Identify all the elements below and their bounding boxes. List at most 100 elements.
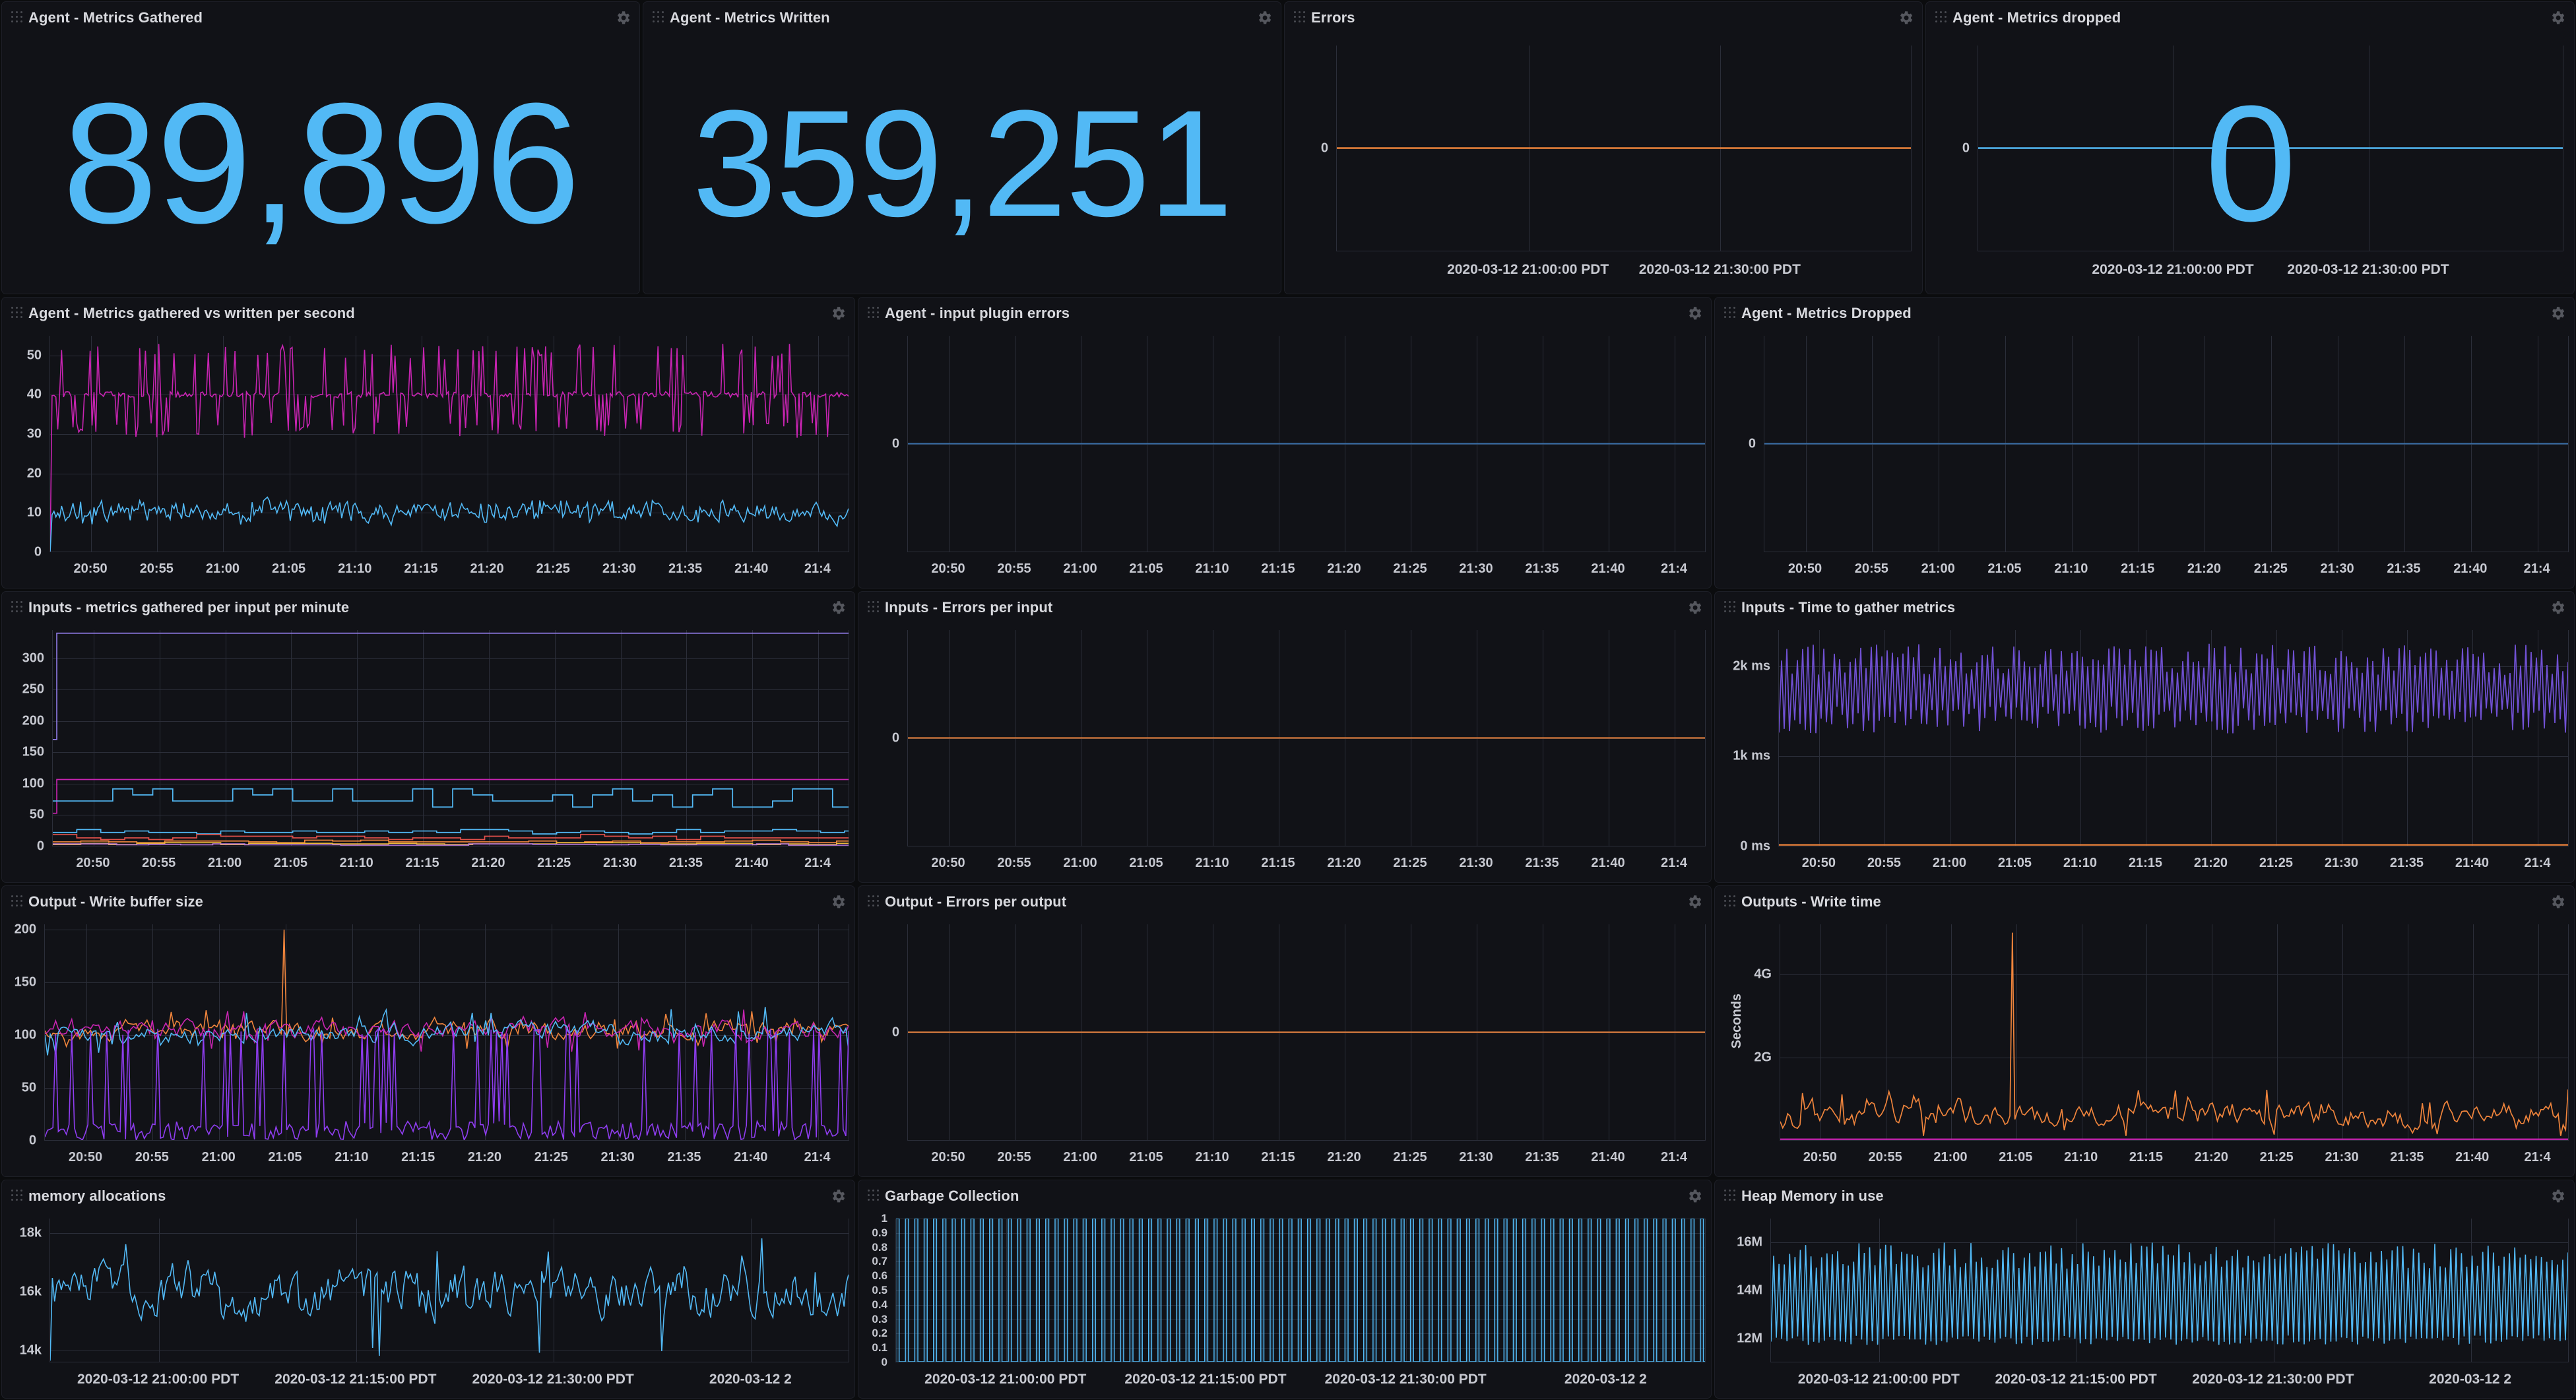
x-axis-tick: 20:55 bbox=[1854, 561, 1888, 576]
drag-handle-icon[interactable] bbox=[1724, 601, 1736, 614]
gear-icon[interactable] bbox=[829, 305, 847, 322]
drag-handle-icon[interactable] bbox=[11, 307, 23, 320]
panel-title: Agent - Metrics Gathered bbox=[28, 9, 203, 26]
panel-title: Agent - input plugin errors bbox=[885, 305, 1070, 321]
drag-handle-icon[interactable] bbox=[868, 601, 880, 614]
gear-icon[interactable] bbox=[2549, 893, 2566, 910]
y-axis-tick: 0 bbox=[28, 1133, 36, 1148]
x-axis-tick: 21:00 bbox=[1063, 561, 1097, 576]
gear-icon[interactable] bbox=[1686, 305, 1703, 322]
drag-handle-icon[interactable] bbox=[868, 307, 880, 320]
x-axis-tick: 21:05 bbox=[273, 856, 307, 870]
x-axis-tick: 21:00 bbox=[1932, 856, 1966, 870]
gear-icon[interactable] bbox=[829, 599, 847, 616]
y-axis-tick: 40 bbox=[26, 387, 42, 402]
y-axis-tick: 0 bbox=[891, 436, 899, 451]
panel-header-agent-metrics-gathered[interactable]: Agent - Metrics Gathered bbox=[2, 2, 639, 34]
panel-title: Inputs - Errors per input bbox=[885, 599, 1053, 616]
y-axis-tick: 2G bbox=[1754, 1050, 1772, 1065]
y-axis-tick: 0.7 bbox=[872, 1255, 887, 1268]
y-axis-tick: 150 bbox=[22, 744, 44, 759]
gear-icon[interactable] bbox=[2549, 305, 2566, 322]
gear-icon[interactable] bbox=[1256, 9, 1273, 26]
panel-header-inputs-errors-per-input[interactable]: Inputs - Errors per input bbox=[858, 592, 1711, 623]
x-axis-tick: 21:25 bbox=[536, 561, 570, 576]
x-axis-tick: 21:40 bbox=[1591, 561, 1625, 576]
x-axis-tick: 2020-03-12 21:15:00 PDT bbox=[1995, 1372, 2157, 1387]
drag-handle-icon[interactable] bbox=[1724, 1190, 1736, 1203]
x-axis-tick: 20:50 bbox=[931, 1150, 965, 1164]
x-axis-tick: 21:35 bbox=[668, 856, 703, 870]
x-axis-tick: 21:15 bbox=[405, 856, 439, 870]
panel-header-agent-metrics-written[interactable]: Agent - Metrics Written bbox=[643, 2, 1281, 34]
y-axis-tick: 0.4 bbox=[872, 1298, 887, 1311]
x-axis-tick: 20:50 bbox=[1803, 1150, 1837, 1164]
x-axis-tick: 20:50 bbox=[73, 561, 108, 576]
x-axis-tick: 21:15 bbox=[1261, 856, 1295, 870]
drag-handle-icon[interactable] bbox=[868, 1190, 880, 1203]
drag-handle-icon[interactable] bbox=[11, 11, 23, 24]
x-axis-tick: 21:00 bbox=[1921, 561, 1955, 576]
panel-title: Agent - Metrics Written bbox=[670, 9, 830, 26]
x-axis-tick: 21:35 bbox=[2389, 856, 2424, 870]
gear-icon[interactable] bbox=[2549, 9, 2566, 26]
x-axis-tick: 21:35 bbox=[2387, 561, 2421, 576]
panel-header-inputs-time-to-gather-metrics[interactable]: Inputs - Time to gather metrics bbox=[1715, 592, 2574, 623]
panel-header-garbage-collection[interactable]: Garbage Collection bbox=[858, 1180, 1711, 1212]
drag-handle-icon[interactable] bbox=[1724, 895, 1736, 908]
drag-handle-icon[interactable] bbox=[868, 895, 880, 908]
panel-header-outputs-write-time[interactable]: Outputs - Write time bbox=[1715, 886, 2574, 918]
gear-icon[interactable] bbox=[2549, 1188, 2566, 1205]
y-axis-tick: 300 bbox=[22, 651, 44, 666]
panel-agent-metrics-dropped-graph: Agent - Metrics Dropped 0 20:50 20:55 21:00 2… bbox=[1714, 297, 2575, 589]
gear-icon[interactable] bbox=[614, 9, 631, 26]
drag-handle-icon[interactable] bbox=[1294, 11, 1306, 24]
x-axis-tick: 20:55 bbox=[139, 561, 174, 576]
panel-header-agent-metrics-dropped-stat[interactable]: Agent - Metrics dropped bbox=[1926, 2, 2574, 34]
panel-outputs-write-time: Outputs - Write time 4G 2G 20:50 20:55 21:00 2… bbox=[1714, 885, 2575, 1177]
drag-handle-icon[interactable] bbox=[11, 895, 23, 908]
x-axis-tick: 21:05 bbox=[1987, 561, 2022, 576]
x-axis-tick: 21:4 bbox=[1660, 561, 1688, 576]
x-axis-tick: 21:10 bbox=[338, 561, 372, 576]
panel-header-inputs-metrics-gathered-per-input[interactable]: Inputs - metrics gathered per input per … bbox=[2, 592, 854, 623]
x-axis-tick: 21:30 bbox=[2320, 561, 2354, 576]
gear-icon[interactable] bbox=[1897, 9, 1914, 26]
x-axis-tick: 21:10 bbox=[2063, 856, 2097, 870]
panel-header-errors[interactable]: Errors bbox=[1285, 2, 1922, 34]
y-axis-tick: 12M bbox=[1737, 1331, 1762, 1346]
panel-title: Agent - Metrics dropped bbox=[1952, 9, 2121, 26]
x-axis-tick: 21:4 bbox=[804, 856, 831, 870]
panel-header-agent-metrics-dropped-graph[interactable]: Agent - Metrics Dropped bbox=[1715, 298, 2574, 329]
panel-header-agent-gathered-vs-written[interactable]: Agent - Metrics gathered vs written per … bbox=[2, 298, 854, 329]
x-axis-tick: 21:20 bbox=[1327, 856, 1361, 870]
x-axis-tick: 21:35 bbox=[1525, 1150, 1559, 1164]
gear-icon[interactable] bbox=[1686, 1188, 1703, 1205]
x-axis-tick: 21:05 bbox=[268, 1150, 302, 1164]
panel-header-output-write-buffer-size[interactable]: Output - Write buffer size bbox=[2, 886, 854, 918]
x-axis-tick: 2020-03-12 21:30:00 PDT bbox=[1324, 1372, 1487, 1387]
drag-handle-icon[interactable] bbox=[11, 1190, 23, 1203]
plot-area-inputs-time-to-gather-metrics bbox=[1778, 630, 2569, 846]
panel-title: Output - Write buffer size bbox=[28, 893, 203, 910]
panel-header-output-errors-per-output[interactable]: Output - Errors per output bbox=[858, 886, 1711, 918]
y-axis-tick: 100 bbox=[22, 776, 44, 791]
gear-icon[interactable] bbox=[829, 1188, 847, 1205]
drag-handle-icon[interactable] bbox=[653, 11, 664, 24]
x-axis-tick: 21:15 bbox=[401, 1150, 435, 1164]
drag-handle-icon[interactable] bbox=[1935, 11, 1947, 24]
x-axis-tick: 20:55 bbox=[997, 561, 1031, 576]
gear-icon[interactable] bbox=[1686, 599, 1703, 616]
y-axis-tick: 0 bbox=[891, 1025, 899, 1040]
y-axis-tick: 0.9 bbox=[872, 1226, 887, 1239]
drag-handle-icon[interactable] bbox=[1724, 307, 1736, 320]
plot-area-outputs-write-time bbox=[1780, 924, 2569, 1141]
drag-handle-icon[interactable] bbox=[11, 601, 23, 614]
panel-header-memory-allocations[interactable]: memory allocations bbox=[2, 1180, 854, 1212]
gear-icon[interactable] bbox=[1686, 893, 1703, 910]
panel-header-heap-memory-in-use[interactable]: Heap Memory in use bbox=[1715, 1180, 2574, 1212]
panel-header-agent-input-plugin-errors[interactable]: Agent - input plugin errors bbox=[858, 298, 1711, 329]
y-axis-tick: 0.1 bbox=[872, 1341, 887, 1354]
gear-icon[interactable] bbox=[829, 893, 847, 910]
gear-icon[interactable] bbox=[2549, 599, 2566, 616]
